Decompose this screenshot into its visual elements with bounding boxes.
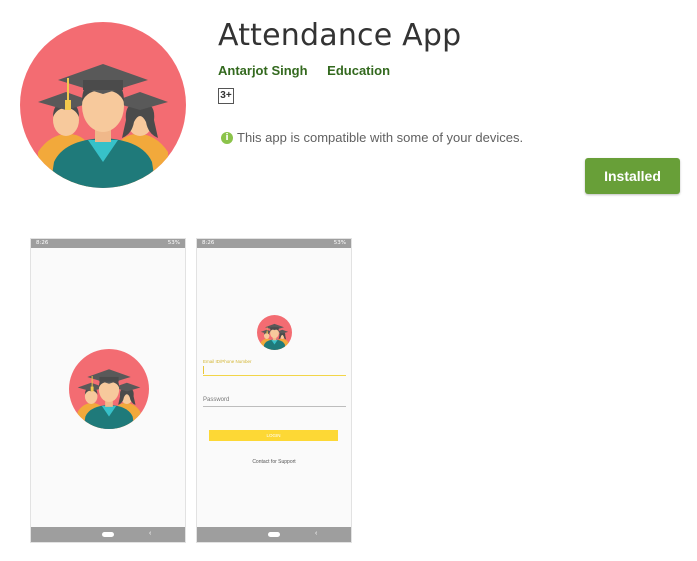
text-cursor — [203, 366, 204, 374]
screenshot-splash[interactable]: 8:26 53% ‹ — [30, 238, 186, 543]
screenshot-login[interactable]: 8:26 53% Email ID/Phone Number Password … — [196, 238, 352, 543]
nav-bar: ‹ — [197, 527, 351, 542]
category-link[interactable]: Education — [327, 63, 390, 78]
nav-bar: ‹ — [31, 527, 185, 542]
status-bar: 8:26 53% — [31, 239, 185, 248]
status-time: 8:26 — [202, 240, 215, 246]
home-icon — [102, 532, 114, 537]
back-icon: ‹ — [149, 530, 152, 537]
status-bar: 8:26 53% — [197, 239, 351, 248]
status-battery: 53% — [333, 240, 346, 246]
app-logo-icon — [20, 22, 186, 188]
info-icon: i — [221, 131, 233, 144]
content-rating-badge: 3+ — [218, 88, 234, 104]
back-icon: ‹ — [315, 530, 318, 537]
email-label: Email ID/Phone Number — [203, 359, 252, 364]
app-logo-icon — [69, 349, 149, 429]
developer-link[interactable]: Antarjot Singh — [218, 63, 308, 78]
app-meta-row: Antarjot Singh Education — [218, 63, 390, 78]
email-field — [203, 375, 346, 376]
login-button: LOGIN — [209, 430, 338, 441]
home-icon — [268, 532, 280, 537]
status-battery: 53% — [167, 240, 180, 246]
installed-button[interactable]: Installed — [585, 158, 680, 194]
password-field: Password — [203, 397, 230, 403]
compatibility-notice: i This app is compatible with some of yo… — [221, 130, 523, 145]
app-logo-icon — [257, 315, 292, 350]
status-time: 8:26 — [36, 240, 49, 246]
app-title: Attendance App — [218, 18, 462, 53]
password-underline — [203, 406, 346, 407]
support-link: Contact for Support — [252, 459, 296, 465]
compatibility-text: This app is compatible with some of your… — [237, 130, 524, 145]
